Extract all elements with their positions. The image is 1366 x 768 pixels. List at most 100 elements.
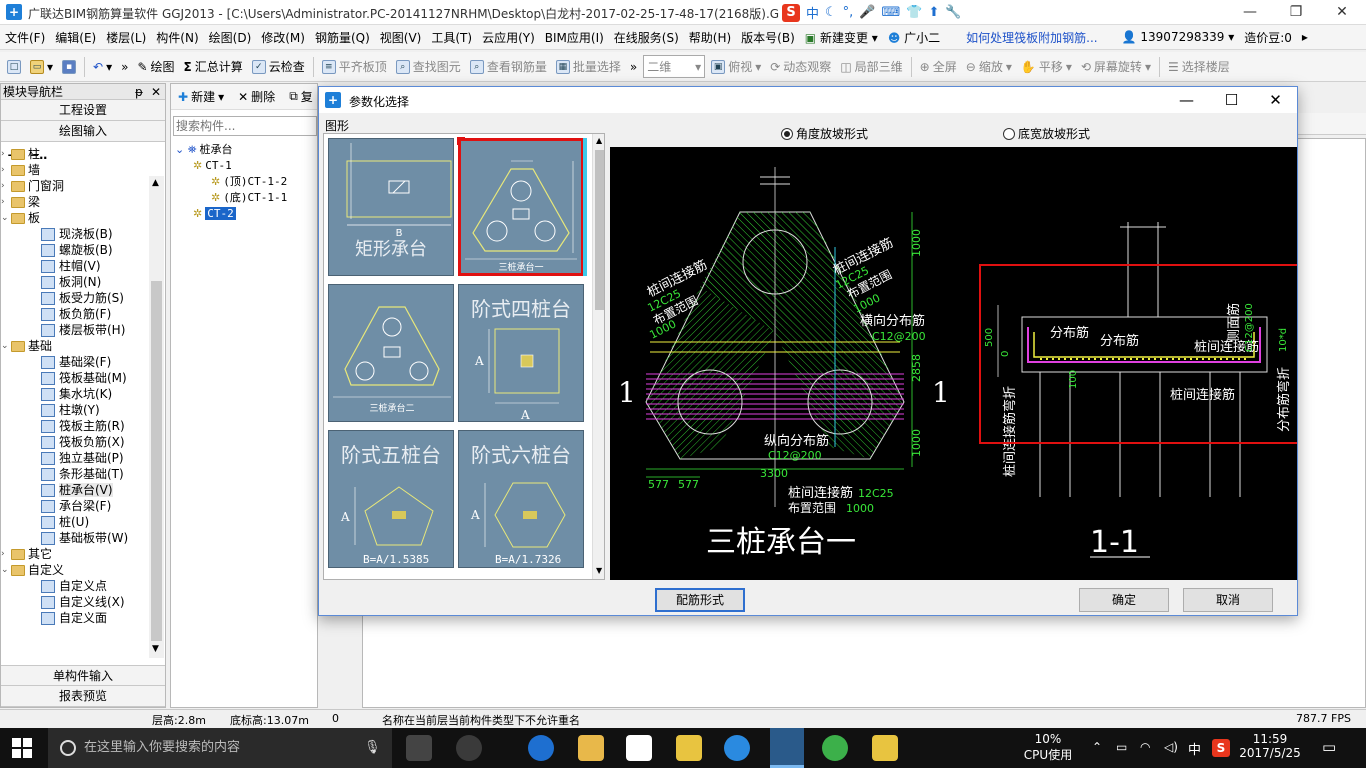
cancel-button[interactable]: 取消 — [1183, 588, 1273, 612]
more-icon[interactable]: ▸ — [1297, 30, 1313, 44]
chevron-right-icon[interactable]: › — [1, 194, 11, 210]
dialog-minimize-button[interactable]: — — [1164, 87, 1209, 113]
chevron-down-icon[interactable]: ⌄ — [1, 562, 11, 578]
width-slope-radio[interactable]: 底宽放坡形式 — [1003, 125, 1090, 142]
cloud-check-button[interactable]: ✓ 云检查 — [249, 56, 308, 77]
edit-app-icon[interactable] — [872, 735, 898, 761]
user-account[interactable]: 👤 13907298339 ▾ — [1117, 30, 1240, 44]
menu-component[interactable]: 构件(N) — [151, 29, 203, 46]
store-icon[interactable] — [626, 735, 652, 761]
new-component-button[interactable]: ✚ 新建 ▾ — [175, 86, 227, 107]
component-tree-item[interactable]: ✲ (顶)CT-1-2 — [175, 174, 315, 190]
clock[interactable]: 11:59 2017/5/25 — [1238, 732, 1302, 760]
menu-cloud[interactable]: 云应用(Y) — [477, 29, 540, 46]
tree-item[interactable]: 柱帽(V) — [1, 258, 149, 274]
chevron-right-icon[interactable]: › — [1, 546, 11, 562]
shape-gallery-scrollbar[interactable]: ▲ ▼ — [592, 134, 604, 579]
menu-floor[interactable]: 楼层(L) — [101, 29, 151, 46]
dialog-close-button[interactable]: ✕ — [1253, 87, 1298, 113]
rotate-screen-button[interactable]: ⟲ 屏幕旋转 ▾ — [1078, 56, 1154, 77]
tree-folder[interactable]: › 门窗洞 — [1, 178, 149, 194]
toolbar-overflow-1[interactable]: » — [118, 58, 131, 76]
tree-folder[interactable]: › 其它 — [1, 546, 149, 562]
toolbar-overflow-2[interactable]: » — [627, 58, 640, 76]
tree-folder[interactable]: › 梁 — [1, 194, 149, 210]
fullscreen-button[interactable]: ⊕ 全屏 — [917, 56, 960, 77]
browser-app-icon[interactable] — [724, 735, 750, 761]
dialog-title-bar[interactable]: + 参数化选择 — ☐ ✕ — [319, 87, 1297, 113]
tree-item[interactable]: 筏板主筋(R) — [1, 418, 149, 434]
volume-icon[interactable]: ◁) — [1164, 740, 1178, 754]
task-view-icon[interactable] — [406, 735, 432, 761]
shape-rect-cap[interactable]: B 矩形承台 — [328, 138, 454, 276]
shape-stepped-five-pile[interactable]: 阶式五桩台 A B=A/1.5385 — [328, 430, 454, 568]
radio-dot[interactable] — [781, 127, 793, 140]
sogou-tray-icon[interactable]: S — [1212, 739, 1230, 757]
shape-three-pile-cap-2[interactable]: 三桩承台二 — [328, 284, 454, 422]
delete-component-button[interactable]: ✕ 删除 — [235, 86, 278, 107]
drawing-input-button[interactable]: 绘图输入 — [1, 121, 165, 142]
tree-item[interactable]: 板受力筋(S) — [1, 290, 149, 306]
menu-tools[interactable]: 工具(T) — [426, 29, 477, 46]
up-arrow-icon[interactable]: ⬆ — [928, 5, 939, 20]
dialog-maximize-button[interactable]: ☐ — [1209, 87, 1254, 113]
cpu-usage[interactable]: 10% CPU使用 — [1022, 732, 1074, 763]
component-tree-item[interactable]: ✲ CT-1 — [175, 158, 315, 174]
tree-item[interactable]: 板洞(N) — [1, 274, 149, 290]
tree-folder[interactable]: ⌄ 自定义 — [1, 562, 149, 578]
tree-item[interactable]: 基础梁(F) — [1, 354, 149, 370]
menu-rebar-qty[interactable]: 钢筋量(Q) — [310, 29, 375, 46]
tree-item[interactable]: 筏板基础(M) — [1, 370, 149, 386]
menu-bim[interactable]: BIM应用(I) — [540, 29, 609, 46]
find-element-button[interactable]: ⌕ 查找图元 — [393, 56, 464, 77]
tree-item[interactable]: 条形基础(T) — [1, 466, 149, 482]
rebar-form-button[interactable]: 配筋形式 — [655, 588, 745, 612]
report-preview-button[interactable]: 报表预览 — [1, 686, 165, 707]
chevron-right-icon[interactable]: › — [1, 178, 11, 194]
menu-new-change[interactable]: ▣ 新建变更 ▾ — [800, 29, 883, 46]
view-mode-select[interactable]: 二维 ▾ — [643, 55, 706, 78]
pan-button[interactable]: ✋ 平移 ▾ — [1018, 56, 1075, 77]
project-settings-button[interactable]: 工程设置 — [1, 100, 165, 121]
ok-button[interactable]: 确定 — [1079, 588, 1169, 612]
component-tree-item[interactable]: ⌄ ⛯ 桩承台 — [175, 142, 315, 158]
scroll-up-icon[interactable]: ▲ — [152, 178, 159, 188]
network-icon[interactable]: ▭ — [1116, 740, 1127, 754]
tree-item[interactable]: 现浇板(B) — [1, 226, 149, 242]
tray-chevron-icon[interactable]: ⌃ — [1092, 740, 1102, 754]
new-file-button[interactable]: □ — [4, 58, 24, 76]
restore-button[interactable]: ❐ — [1273, 0, 1319, 25]
notification-icon[interactable]: ▭ — [1322, 738, 1336, 756]
single-component-input-button[interactable]: 单构件输入 — [1, 665, 165, 686]
minimize-button[interactable]: — — [1227, 0, 1273, 25]
shape-three-pile-cap-1[interactable]: 三桩承台一 — [457, 137, 587, 276]
undo-button[interactable]: ↶ ▾ — [90, 58, 115, 76]
copy-component-button[interactable]: ⧉ 复 — [286, 86, 316, 107]
scroll-thumb[interactable] — [595, 150, 604, 310]
green-app-icon[interactable] — [822, 735, 848, 761]
tree-item[interactable]: 集水坑(K) — [1, 386, 149, 402]
shape-stepped-four-pile[interactable]: 阶式四桩台 A A — [458, 284, 584, 422]
close-button[interactable]: ✕ — [1319, 0, 1365, 25]
cost-beans[interactable]: 造价豆:0 — [1239, 29, 1297, 46]
help-link[interactable]: 如何处理筏板附加钢筋... — [961, 29, 1102, 46]
select-floor-button[interactable]: ☰ 选择楼层 — [1165, 56, 1233, 77]
wifi-icon[interactable]: ◠ — [1140, 740, 1150, 754]
component-search-input[interactable] — [173, 116, 317, 136]
sogou-s-icon[interactable]: S — [782, 3, 800, 22]
tree-item[interactable]: 基础板带(W) — [1, 530, 149, 546]
taskbar-search-box[interactable]: 在这里输入你要搜索的内容 🎙 — [48, 728, 392, 768]
tree-item[interactable]: 柱墩(Y) — [1, 402, 149, 418]
ime-toolbar[interactable]: S 中 ☾ °, 🎤 ⌨ 👕 ⬆ 🔧 — [782, 2, 972, 23]
glodon-app-icon[interactable] — [770, 728, 804, 768]
batch-select-button[interactable]: ▦ 批量选择 — [553, 56, 624, 77]
scroll-down-icon[interactable]: ▼ — [152, 644, 159, 654]
menu-file[interactable]: 文件(F) — [0, 29, 50, 46]
menu-version[interactable]: 版本号(B) — [736, 29, 800, 46]
shirt-icon[interactable]: 👕 — [906, 5, 922, 20]
edge-browser-icon[interactable] — [528, 735, 554, 761]
tree-item[interactable]: 螺旋板(B) — [1, 242, 149, 258]
angle-slope-radio[interactable]: 角度放坡形式 — [781, 125, 868, 142]
app-spiral-icon[interactable] — [456, 735, 482, 761]
radio-dot[interactable] — [1003, 127, 1015, 140]
